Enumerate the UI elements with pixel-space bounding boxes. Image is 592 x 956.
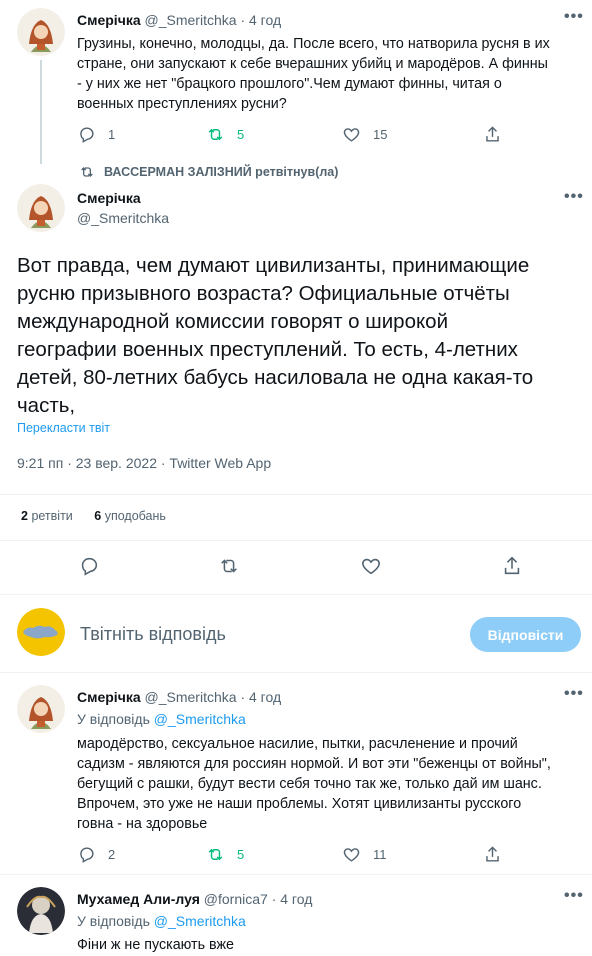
reply-icon (80, 127, 94, 143)
replying-to: У відповідь @_Smeritchka (77, 913, 246, 929)
reply-submit-button[interactable]: Відповісти (470, 617, 581, 652)
separator: · (240, 12, 246, 28)
like-button[interactable]: 11 (342, 845, 387, 864)
tweet-text: Вот правда, чем думают цивилизанты, прин… (17, 254, 534, 417)
share-icon (486, 126, 499, 142)
reply-to-handle[interactable]: @_Smeritchka (154, 711, 246, 727)
reply-button[interactable]: 2 (77, 845, 115, 864)
more-icon[interactable]: ••• (564, 685, 584, 703)
avatar-smerichka[interactable] (17, 8, 65, 56)
retweet-icon (81, 167, 93, 177)
author-handle[interactable]: @_Smeritchka (145, 12, 237, 28)
compose-input[interactable]: Твітніть відповідь (80, 624, 226, 645)
compose-avatar[interactable] (17, 608, 65, 656)
author-name[interactable]: Смерічка (77, 12, 141, 28)
avatar-smerichka[interactable] (17, 685, 65, 733)
translate-link[interactable]: Перекласти твіт (17, 421, 110, 435)
like-button[interactable]: 15 (342, 125, 387, 144)
separator: · (240, 689, 246, 705)
retweet-button[interactable]: 5 (206, 125, 244, 144)
share-button[interactable] (483, 845, 502, 864)
tweet-time[interactable]: 4 год (249, 689, 281, 705)
reply-tweet-1[interactable]: Смерічка @_Smeritchka · 4 год ••• У відп… (0, 673, 592, 873)
share-button[interactable] (483, 125, 502, 144)
divider (0, 540, 592, 541)
like-button[interactable] (360, 555, 382, 577)
tweet-text: мародёрство, сексуальное насилие, пытки,… (77, 736, 551, 832)
avatar-mukhamed[interactable] (17, 887, 65, 935)
retweet-icon (208, 128, 223, 141)
author-handle[interactable]: @_Smeritchka (145, 689, 237, 705)
retweet-button[interactable] (218, 555, 240, 577)
divider (0, 594, 592, 595)
share-icon (504, 556, 520, 575)
author-name[interactable]: Смерічка (77, 689, 141, 705)
share-button[interactable] (501, 555, 523, 577)
heart-icon (362, 558, 380, 575)
reply-icon (81, 557, 98, 576)
more-icon[interactable]: ••• (564, 8, 584, 26)
reply-button[interactable]: 1 (77, 125, 115, 144)
retweets-stat[interactable]: 2 ретвіти (21, 509, 76, 523)
more-icon[interactable]: ••• (564, 887, 584, 905)
reply-icon (80, 847, 94, 863)
tweet-timestamp[interactable]: 9:21 пп · 23 вер. 2022 · Twitter Web App (17, 455, 271, 471)
author-name[interactable]: Мухамед Али-луя (77, 891, 200, 907)
avatar-smerichka[interactable] (17, 184, 65, 232)
tweet-time[interactable]: 4 год (249, 12, 281, 28)
tweet-text: Фіни ж не пускають вже (77, 937, 234, 953)
tweet-text: Грузины, конечно, молодцы, да. После все… (77, 36, 550, 112)
retweet-icon (221, 559, 237, 573)
author-handle[interactable]: @fornica7 (204, 891, 268, 907)
likes-stat[interactable]: 6 уподобань (94, 509, 166, 523)
reply-tweet-2[interactable]: Мухамед Али-луя @fornica7 · 4 год ••• У … (0, 875, 592, 956)
reply-button[interactable] (78, 555, 100, 577)
retweet-button[interactable]: 5 (206, 845, 244, 864)
more-icon[interactable]: ••• (564, 188, 584, 206)
heart-icon (343, 848, 360, 862)
retweet-banner[interactable]: ВАССЕРМАН ЗАЛІЗНИЙ ретвітнув(ла) (79, 164, 338, 180)
thread-line (40, 60, 42, 164)
tweet-1[interactable]: Смерічка @_Smeritchka · 4 год ••• Грузин… (0, 0, 592, 164)
tweet-time[interactable]: 4 год (280, 891, 312, 907)
heart-icon (343, 128, 360, 142)
replying-to: У відповідь @_Smeritchka (77, 711, 246, 727)
retweet-icon (208, 848, 223, 861)
retweeter-label[interactable]: ВАССЕРМАН ЗАЛІЗНИЙ ретвітнув(ла) (104, 165, 338, 179)
stats-row: 2 ретвіти 6 уподобань (21, 509, 166, 523)
share-icon (486, 846, 499, 862)
reply-to-handle[interactable]: @_Smeritchka (154, 913, 246, 929)
author-handle[interactable]: @_Smeritchka (77, 210, 169, 226)
separator: · (271, 891, 277, 907)
divider (0, 494, 592, 495)
author-name[interactable]: Смерічка (77, 190, 141, 206)
